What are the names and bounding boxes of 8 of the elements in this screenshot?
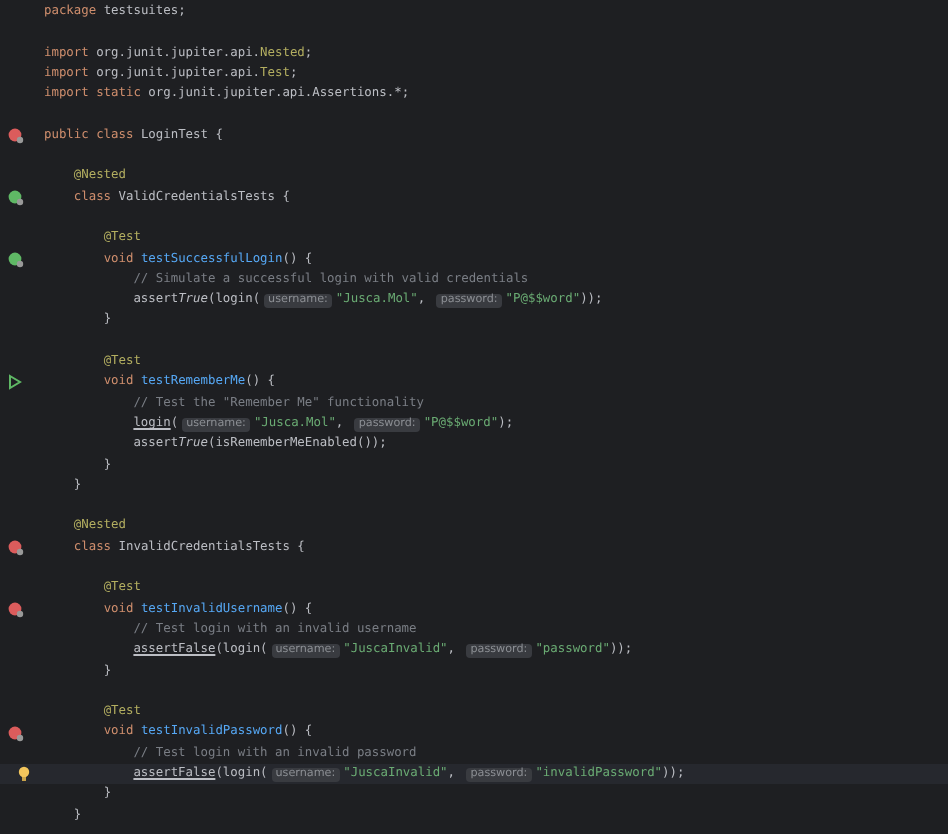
test-failed-icon[interactable] [8,127,24,144]
test-failed-icon[interactable] [8,725,24,742]
test-passed-icon[interactable] [8,251,24,268]
test-passed-icon[interactable] [8,189,24,206]
run-icon[interactable] [8,374,22,391]
test-failed-icon[interactable] [8,601,24,618]
lightbulb-icon[interactable] [18,766,30,783]
test-failed-icon[interactable] [8,539,24,556]
